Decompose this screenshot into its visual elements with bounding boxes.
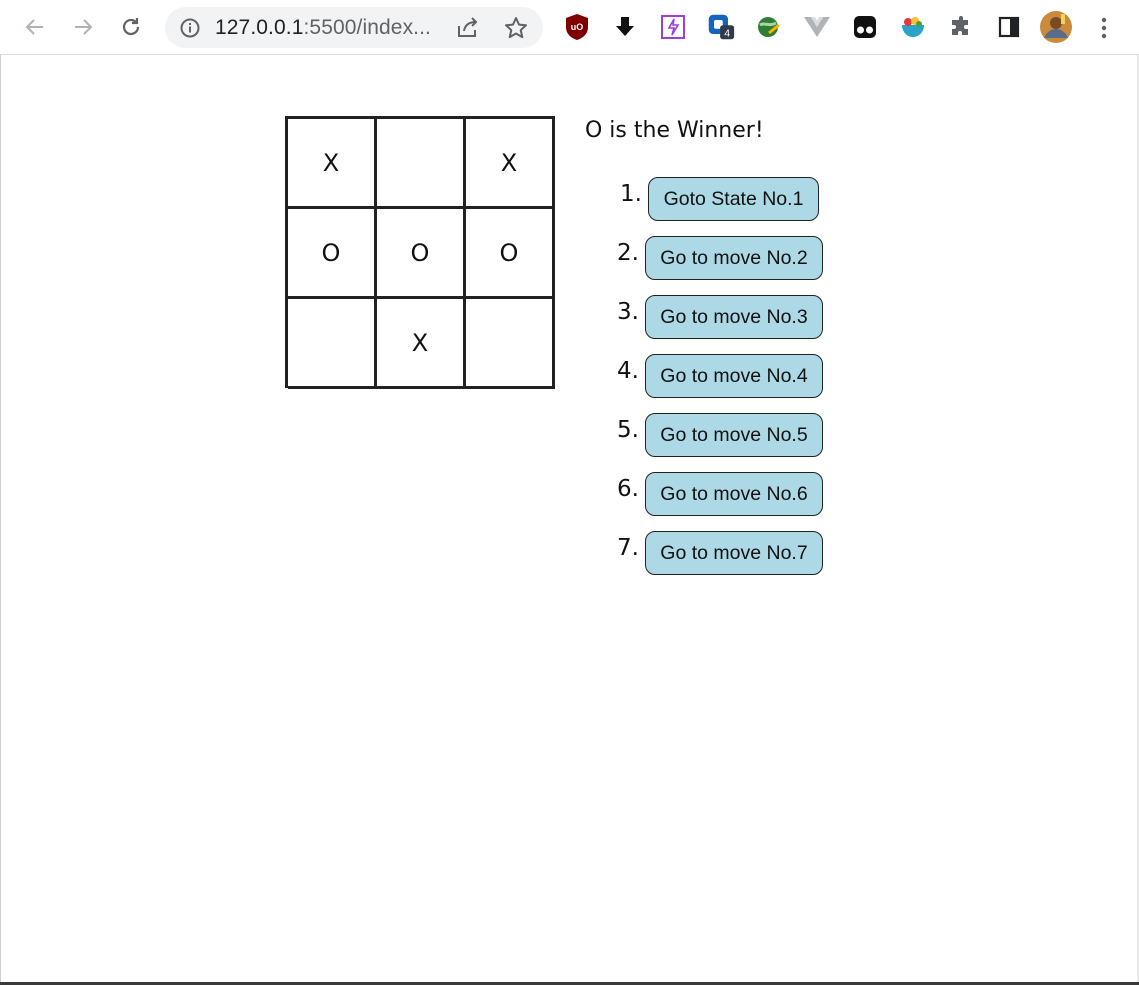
move-number: 7. <box>617 535 639 561</box>
move-number: 3. <box>617 299 639 325</box>
move-number: 6. <box>617 476 639 502</box>
board-square[interactable]: X <box>466 119 555 209</box>
bookmark-star-icon[interactable] <box>503 15 529 41</box>
game-board: X X O O O X <box>285 116 555 389</box>
arrow-right-icon <box>75 19 93 35</box>
move-number: 5. <box>617 417 639 443</box>
share-icon[interactable] <box>455 16 481 40</box>
browser-toolbar: 127.0.0.1:5500/index... uO 4 <box>0 0 1139 55</box>
forward-button[interactable] <box>66 10 100 44</box>
move-number: 1. <box>620 181 642 207</box>
goto-move-button[interactable]: Go to move No.7 <box>645 531 823 575</box>
board-square[interactable]: X <box>377 299 466 389</box>
address-bar[interactable]: 127.0.0.1:5500/index... <box>165 7 543 48</box>
url-host: 127.0.0.1 <box>215 16 304 39</box>
bowl-extension-icon[interactable] <box>899 12 927 42</box>
move-number: 2. <box>617 240 639 266</box>
extension-badge-count: 4 <box>724 28 730 40</box>
ublock-icon[interactable]: uO <box>563 12 591 42</box>
browser-menu-icon[interactable] <box>1096 14 1112 42</box>
board-square[interactable]: X <box>288 119 377 209</box>
reload-icon <box>122 18 140 36</box>
goto-move-button[interactable]: Go to move No.3 <box>645 295 823 339</box>
board-square[interactable] <box>377 119 466 209</box>
site-info-icon[interactable] <box>179 17 201 39</box>
svg-text:uO: uO <box>571 22 584 32</box>
url-path: :5500/index... <box>303 16 431 39</box>
goto-move-button[interactable]: Go to move No.6 <box>645 472 823 516</box>
extensions-puzzle-icon[interactable] <box>947 12 975 42</box>
goto-move-button[interactable]: Go to move No.2 <box>645 236 823 280</box>
blue-extension-icon[interactable]: 4 <box>707 12 735 42</box>
side-panel-icon[interactable] <box>995 12 1023 42</box>
board-square[interactable]: O <box>288 209 377 299</box>
board-square[interactable] <box>288 299 377 389</box>
download-icon[interactable] <box>611 12 639 42</box>
vue-devtools-icon[interactable] <box>803 12 831 42</box>
arrow-left-icon <box>25 19 43 35</box>
globe-extension-icon[interactable] <box>755 12 783 42</box>
purple-extension-icon[interactable] <box>659 12 687 42</box>
board-square[interactable] <box>466 299 555 389</box>
goto-move-button[interactable]: Go to move No.4 <box>645 354 823 398</box>
move-number: 4. <box>617 358 639 384</box>
back-button[interactable] <box>18 10 52 44</box>
board-square[interactable]: O <box>466 209 555 299</box>
profile-avatar[interactable] <box>1039 10 1073 44</box>
board-square[interactable]: O <box>377 209 466 299</box>
tampermonkey-icon[interactable] <box>851 12 879 42</box>
url-text[interactable]: 127.0.0.1:5500/index... <box>215 16 431 40</box>
reload-button[interactable] <box>114 10 148 44</box>
game-status: O is the Winner! <box>585 118 764 143</box>
goto-move-button[interactable]: Goto State No.1 <box>648 177 819 221</box>
goto-move-button[interactable]: Go to move No.5 <box>645 413 823 457</box>
window-edge-left <box>0 55 1 985</box>
